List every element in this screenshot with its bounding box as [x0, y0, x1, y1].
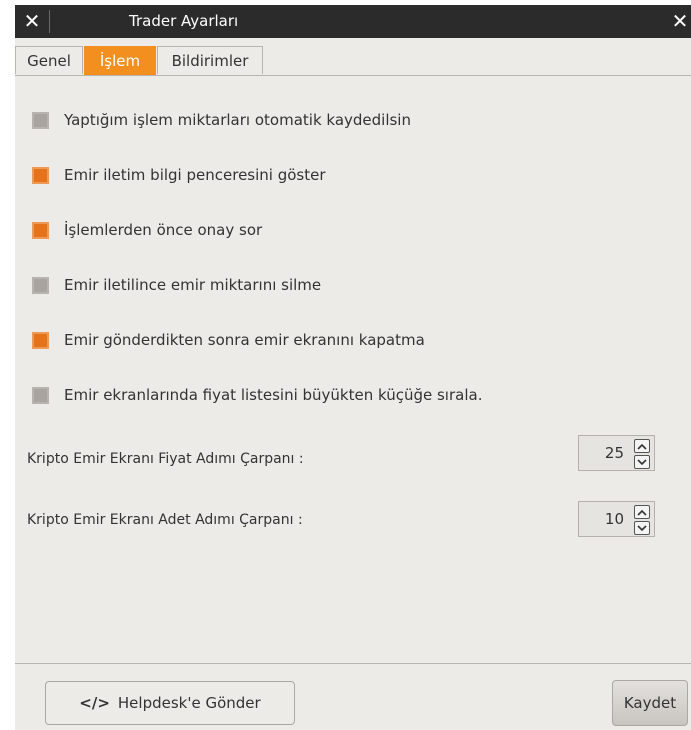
helpdesk-send-button[interactable]: </> Helpdesk'e Gönder	[45, 681, 295, 725]
window-title: Trader Ayarları	[129, 12, 239, 30]
stepper-arrows	[634, 439, 652, 469]
settings-window: ✕ Trader Ayarları ✕ Genel İşlem Bildirim…	[15, 5, 691, 730]
checkbox[interactable]	[32, 331, 49, 349]
stepper-value[interactable]: 10	[605, 502, 624, 536]
checkbox[interactable]	[32, 221, 49, 239]
tab-genel[interactable]: Genel	[15, 46, 83, 74]
stepper-arrows	[634, 505, 652, 535]
save-button[interactable]: Kaydet	[612, 680, 688, 726]
title-separator	[49, 10, 50, 33]
option-auto-save-quantities[interactable]: Yaptığım işlem miktarları otomatik kayde…	[32, 108, 411, 132]
option-label: Yaptığım işlem miktarları otomatik kayde…	[64, 111, 411, 129]
helpdesk-send-label: Helpdesk'e Gönder	[117, 694, 261, 712]
option-show-order-info-window[interactable]: Emir iletim bilgi penceresini göster	[32, 163, 326, 187]
title-bar: ✕ Trader Ayarları ✕	[15, 5, 691, 38]
stepper-value[interactable]: 25	[605, 436, 624, 470]
option-label: İşlemlerden önce onay sor	[64, 221, 263, 239]
stepper-up-icon[interactable]	[634, 505, 650, 519]
option-label: Emir ekranlarında fiyat listesini büyükt…	[64, 386, 483, 404]
checkbox[interactable]	[32, 166, 49, 184]
code-icon: </>	[79, 694, 110, 712]
close-window-icon[interactable]: ✕	[669, 5, 691, 38]
option-confirm-before-trades[interactable]: İşlemlerden önce onay sor	[32, 218, 262, 242]
footer-bar: </> Helpdesk'e Gönder Kaydet	[15, 663, 691, 730]
price-step-multiplier-stepper[interactable]: 25	[578, 435, 655, 471]
price-step-multiplier-label: Kripto Emir Ekranı Fiyat Adımı Çarpanı :	[27, 451, 304, 467]
checkbox[interactable]	[32, 111, 49, 129]
stepper-down-icon[interactable]	[634, 455, 650, 469]
stepper-down-icon[interactable]	[634, 521, 650, 535]
tab-bildirimler[interactable]: Bildirimler	[157, 46, 263, 74]
checkbox[interactable]	[32, 276, 49, 294]
tab-bar: Genel İşlem Bildirimler	[15, 46, 691, 76]
stepper-up-icon[interactable]	[634, 439, 650, 453]
quantity-step-multiplier-stepper[interactable]: 10	[578, 501, 655, 537]
option-keep-order-screen-open[interactable]: Emir gönderdikten sonra emir ekranını ka…	[32, 328, 425, 352]
checkbox[interactable]	[32, 386, 49, 404]
option-label: Emir gönderdikten sonra emir ekranını ka…	[64, 331, 425, 349]
option-sort-price-desc[interactable]: Emir ekranlarında fiyat listesini büyükt…	[32, 383, 482, 407]
option-label: Emir iletim bilgi penceresini göster	[64, 166, 326, 184]
quantity-step-multiplier-label: Kripto Emir Ekranı Adet Adımı Çarpanı :	[27, 512, 303, 528]
tab-islem[interactable]: İşlem	[84, 46, 156, 75]
close-icon[interactable]: ✕	[19, 5, 45, 38]
option-keep-order-quantity[interactable]: Emir iletilince emir miktarını silme	[32, 273, 321, 297]
option-label: Emir iletilince emir miktarını silme	[64, 276, 322, 294]
